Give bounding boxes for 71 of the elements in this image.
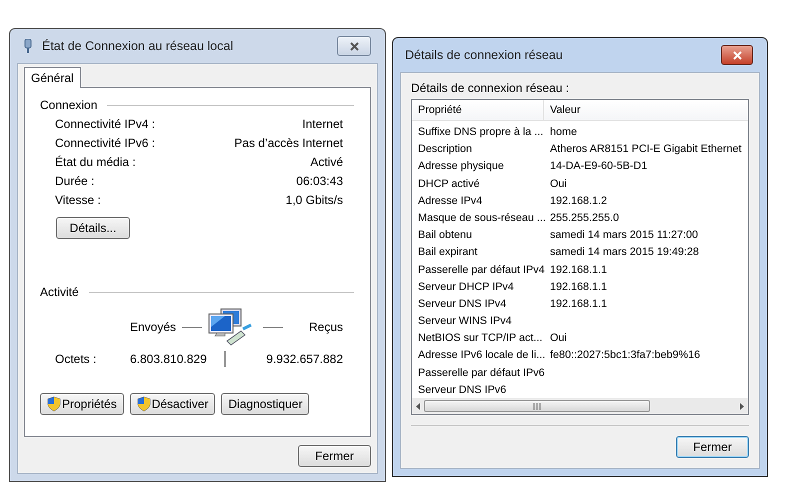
property-cell-text: Serveur DNS IPv6: [417, 384, 508, 396]
field-value: Pas d’accès Internet: [234, 136, 343, 150]
sent-bytes-value: 6.803.810.829: [130, 352, 208, 366]
property-cell-text: Serveur DNS IPv4: [417, 298, 508, 310]
value-cell-text: Oui: [549, 178, 568, 190]
property-cell-text: Passerelle par défaut IPv4: [417, 264, 544, 276]
property-cell-text: NetBIOS sur TCP/IP act...: [417, 332, 544, 344]
shield-icon: [47, 396, 61, 412]
value-cell-text: home: [549, 126, 578, 138]
scroll-left-icon: [416, 402, 420, 410]
field-label: État du média :: [55, 155, 137, 169]
column-header[interactable]: Propriété: [412, 100, 544, 120]
value-cell-text: Atheros AR8151 PCI-E Gigabit Ethernet: [549, 143, 742, 156]
property-cell-text: DHCP activé: [417, 178, 481, 190]
property-cell-text: Adresse physique: [417, 160, 505, 172]
close-button[interactable]: [721, 45, 753, 65]
received-bytes-value: 9.932.657.882: [265, 352, 344, 366]
section-heading: Activité: [40, 285, 79, 299]
field-value: Internet: [301, 117, 343, 131]
scroll-thumb[interactable]: [424, 400, 650, 412]
tab[interactable]: Général: [24, 67, 81, 88]
property-cell-text: Serveur WINS IPv4: [417, 315, 513, 328]
field-label: Connectivité IPv4 :: [55, 117, 156, 131]
property-cell-text: Bail expirant: [417, 246, 478, 258]
field-label: Vitesse :: [55, 193, 102, 207]
value-cell-text: 192.168.1.2: [549, 194, 608, 207]
sent-label: Envoyés: [130, 320, 176, 334]
network-plug-icon: [22, 38, 34, 54]
value-cell-text: samedi 14 mars 2015 19:49:28: [549, 246, 700, 258]
shield-button[interactable]: Propriétés: [40, 393, 124, 415]
column-header[interactable]: Valeur: [544, 100, 748, 120]
value-cell-text: fe80::2027:5bc1:3fa7:beb9%16: [549, 349, 702, 362]
window-title: Détails de connexion réseau: [405, 48, 564, 62]
value-cell-text: 255.255.255.0: [549, 212, 620, 224]
close-icon: [732, 50, 742, 60]
button[interactable]: Diagnostiquer: [221, 393, 310, 415]
list-label: Détails de connexion réseau :: [411, 81, 570, 95]
section-heading: Connexion: [40, 98, 98, 112]
property-cell-text: Bail obtenu: [417, 229, 474, 242]
value-cell-text: Oui: [549, 332, 568, 344]
field-value: Activé: [309, 155, 343, 169]
property-cell-text: Adresse IPv6 locale de li...: [417, 349, 544, 362]
close-icon: [350, 42, 358, 50]
value-cell-text: 192.168.1.1: [549, 298, 608, 310]
close-dialog-button[interactable]: Fermer: [298, 445, 371, 467]
bytes-label: Octets :: [55, 352, 98, 366]
property-cell-text: Masque de sous-réseau ...: [417, 212, 544, 224]
property-cell-text: Suffixe DNS propre à la ...: [417, 126, 544, 138]
window-title: État de Connexion au réseau local: [42, 39, 234, 53]
value-cell-text: 14-DA-E9-60-5B-D1: [549, 160, 648, 172]
received-label: Reçus: [309, 320, 344, 334]
value-cell-text: samedi 14 mars 2015 11:27:00: [549, 229, 700, 242]
scroll-right-icon: [740, 402, 744, 410]
shield-icon: [136, 396, 151, 412]
grip-icon: [533, 402, 541, 410]
property-cell-text: Serveur DHCP IPv4: [417, 280, 515, 293]
close-button[interactable]: [337, 36, 371, 56]
field-label: Durée :: [55, 174, 96, 188]
value-cell-text: 192.168.1.1: [549, 264, 608, 276]
network-computers-drawing: [207, 307, 253, 347]
property-cell-text: Passerelle par défaut IPv6: [417, 366, 544, 379]
horizontal-scrollbar[interactable]: [412, 398, 748, 414]
details-button[interactable]: Détails...: [56, 217, 130, 239]
field-value: 1,0 Gbits/s: [284, 193, 343, 207]
field-value: 06:03:43: [295, 174, 343, 188]
shield-button[interactable]: Désactiver: [130, 393, 216, 415]
property-cell-text: Description: [417, 143, 474, 156]
field-label: Connectivité IPv6 :: [55, 136, 156, 150]
close-dialog-button[interactable]: Fermer: [676, 436, 749, 458]
value-cell-text: 192.168.1.1: [549, 280, 608, 293]
property-cell-text: Adresse IPv4: [417, 194, 484, 207]
